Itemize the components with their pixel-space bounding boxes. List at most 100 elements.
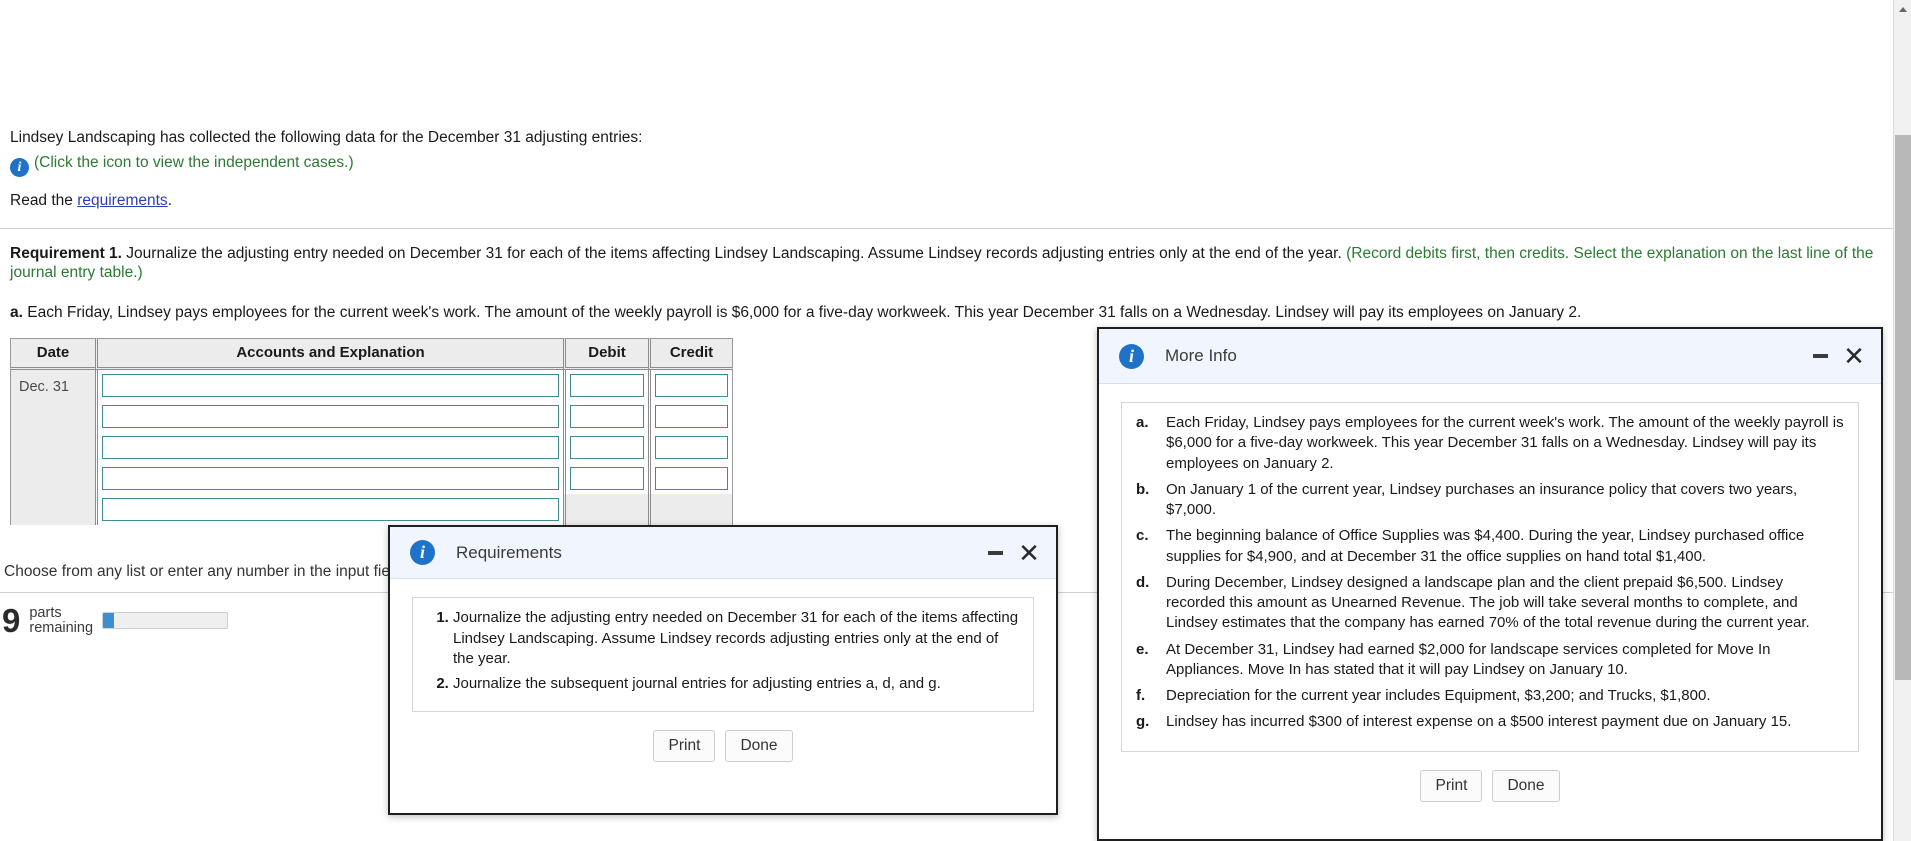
account-input-row-2[interactable] xyxy=(102,405,559,428)
more-info-panel: a. Each Friday, Lindsey pays employees f… xyxy=(1121,402,1859,752)
item-a-text: Each Friday, Lindsey pays employees for … xyxy=(22,304,1582,321)
info-icon[interactable]: i xyxy=(10,158,29,177)
account-input-row-4[interactable] xyxy=(102,467,559,490)
journal-explanation-cell[interactable] xyxy=(95,494,563,525)
read-requirements-row: Read the requirements. xyxy=(10,192,172,210)
requirements-dialog-titlebar: i Requirements ✕ xyxy=(390,527,1056,579)
item-marker: b. xyxy=(1136,480,1150,498)
print-button[interactable]: Print xyxy=(1420,769,1483,802)
requirement-1-label: Requirement 1. xyxy=(10,245,122,262)
requirements-panel: Journalize the adjusting entry needed on… xyxy=(412,597,1034,712)
item-marker: d. xyxy=(1136,573,1150,591)
more-info-dialog-title: More Info xyxy=(1165,346,1237,365)
journal-debit-cell[interactable] xyxy=(563,432,648,463)
item-a-block: a. Each Friday, Lindsey pays employees f… xyxy=(10,304,1890,322)
requirement-1-block: Requirement 1. Journalize the adjusting … xyxy=(10,245,1890,283)
credit-input-row-2[interactable] xyxy=(655,405,728,428)
requirements-dialog-actions: Print Done xyxy=(412,712,1034,782)
independent-cases-label[interactable]: (Click the icon to view the independent … xyxy=(34,154,354,171)
journal-account-cell[interactable] xyxy=(95,370,563,401)
account-input-row-5[interactable] xyxy=(102,498,559,521)
journal-debit-cell[interactable] xyxy=(563,463,648,494)
journal-account-cell[interactable] xyxy=(95,401,563,432)
journal-debit-cell[interactable] xyxy=(563,401,648,432)
more-info-dialog-actions: Print Done xyxy=(1121,752,1859,822)
read-suffix: . xyxy=(167,192,172,209)
item-text: Lindsey has incurred $300 of interest ex… xyxy=(1166,713,1792,731)
item-marker: g. xyxy=(1136,713,1150,731)
journal-debit-cell-empty xyxy=(563,494,648,525)
list-item: g. Lindsey has incurred $300 of interest… xyxy=(1136,712,1844,738)
item-marker: a. xyxy=(1136,414,1149,431)
list-item: e. At December 31, Lindsey had earned $2… xyxy=(1136,640,1844,687)
journal-credit-cell[interactable] xyxy=(648,463,733,494)
minimize-icon[interactable] xyxy=(978,536,1012,570)
scroll-up-arrow-icon[interactable] xyxy=(1894,0,1911,18)
journal-account-cell[interactable] xyxy=(95,432,563,463)
list-item: d. During December, Lindsey designed a l… xyxy=(1136,573,1844,640)
journal-debit-cell[interactable] xyxy=(563,370,648,401)
intro-text: Lindsey Landscaping has collected the fo… xyxy=(10,129,643,146)
item-marker: f. xyxy=(1136,687,1146,704)
col-header-date: Date xyxy=(10,338,95,370)
account-input-row-1[interactable] xyxy=(102,374,559,397)
progress-bar xyxy=(102,612,229,629)
info-icon: i xyxy=(410,540,435,565)
item-text: Depreciation for the current year includ… xyxy=(1166,687,1711,704)
credit-input-row-4[interactable] xyxy=(655,467,728,490)
credit-input-row-3[interactable] xyxy=(655,436,728,459)
journal-credit-cell[interactable] xyxy=(648,432,733,463)
item-text: On January 1 of the current year, Lindse… xyxy=(1166,480,1798,518)
page-root: Lindsey Landscaping has collected the fo… xyxy=(0,0,1911,841)
vertical-scrollbar[interactable] xyxy=(1893,0,1911,841)
col-header-debit: Debit xyxy=(563,338,648,370)
item-marker: c. xyxy=(1136,527,1149,545)
requirements-dialog-title: Requirements xyxy=(456,542,562,562)
more-info-list: a. Each Friday, Lindsey pays employees f… xyxy=(1136,413,1844,739)
debit-input-row-1[interactable] xyxy=(570,374,644,397)
item-text: During December, Lindsey designed a land… xyxy=(1166,573,1810,632)
more-info-dialog-titlebar: i More Info ✕ xyxy=(1099,329,1881,384)
done-button[interactable]: Done xyxy=(725,729,793,762)
list-item: c. The beginning balance of Office Suppl… xyxy=(1136,526,1844,573)
credit-input-row-1[interactable] xyxy=(655,374,728,397)
col-header-credit: Credit xyxy=(648,338,733,370)
table-row xyxy=(10,401,733,432)
debit-input-row-2[interactable] xyxy=(570,405,644,428)
journal-account-cell[interactable] xyxy=(95,463,563,494)
item-text: The beginning balance of Office Supplies… xyxy=(1166,527,1805,565)
requirements-list: Journalize the adjusting entry needed on… xyxy=(427,608,1019,695)
journal-header-row: Date Accounts and Explanation Debit Cred… xyxy=(10,338,733,370)
requirements-dialog: i Requirements ✕ Journalize the adjustin… xyxy=(388,525,1058,815)
debit-input-row-3[interactable] xyxy=(570,436,644,459)
debit-input-row-4[interactable] xyxy=(570,467,644,490)
requirement-1-text: Journalize the adjusting entry needed on… xyxy=(121,245,1342,262)
minimize-icon[interactable] xyxy=(1803,339,1837,373)
item-a-marker: a. xyxy=(10,304,23,321)
requirements-dialog-body: Journalize the adjusting entry needed on… xyxy=(390,579,1056,790)
list-item: f. Depreciation for the current year inc… xyxy=(1136,686,1844,712)
list-item: a. Each Friday, Lindsey pays employees f… xyxy=(1136,413,1844,480)
table-row xyxy=(10,463,733,494)
scroll-thumb[interactable] xyxy=(1895,135,1911,680)
parts-remaining-label: parts remaining xyxy=(29,604,94,636)
list-item: Journalize the subsequent journal entrie… xyxy=(453,674,1019,695)
journal-credit-cell[interactable] xyxy=(648,401,733,432)
done-button[interactable]: Done xyxy=(1492,769,1560,802)
journal-credit-cell[interactable] xyxy=(648,370,733,401)
table-row: Dec. 31 xyxy=(10,370,733,525)
more-info-dialog-body: a. Each Friday, Lindsey pays employees f… xyxy=(1099,384,1881,830)
account-input-row-3[interactable] xyxy=(102,436,559,459)
journal-date-cell: Dec. 31 xyxy=(10,370,95,525)
close-icon[interactable]: ✕ xyxy=(1012,536,1046,570)
list-item: b. On January 1 of the current year, Lin… xyxy=(1136,480,1844,527)
independent-cases-link-row[interactable]: i (Click the icon to view the independent… xyxy=(10,154,354,177)
close-icon[interactable]: ✕ xyxy=(1837,339,1871,373)
list-item: Journalize the adjusting entry needed on… xyxy=(453,608,1019,670)
parts-remaining-widget: 9 parts remaining xyxy=(2,604,229,637)
col-header-accounts: Accounts and Explanation xyxy=(95,338,563,370)
table-row xyxy=(10,432,733,463)
requirements-link[interactable]: requirements xyxy=(77,192,167,209)
print-button[interactable]: Print xyxy=(653,729,716,762)
item-text: Each Friday, Lindsey pays employees for … xyxy=(1166,414,1844,472)
